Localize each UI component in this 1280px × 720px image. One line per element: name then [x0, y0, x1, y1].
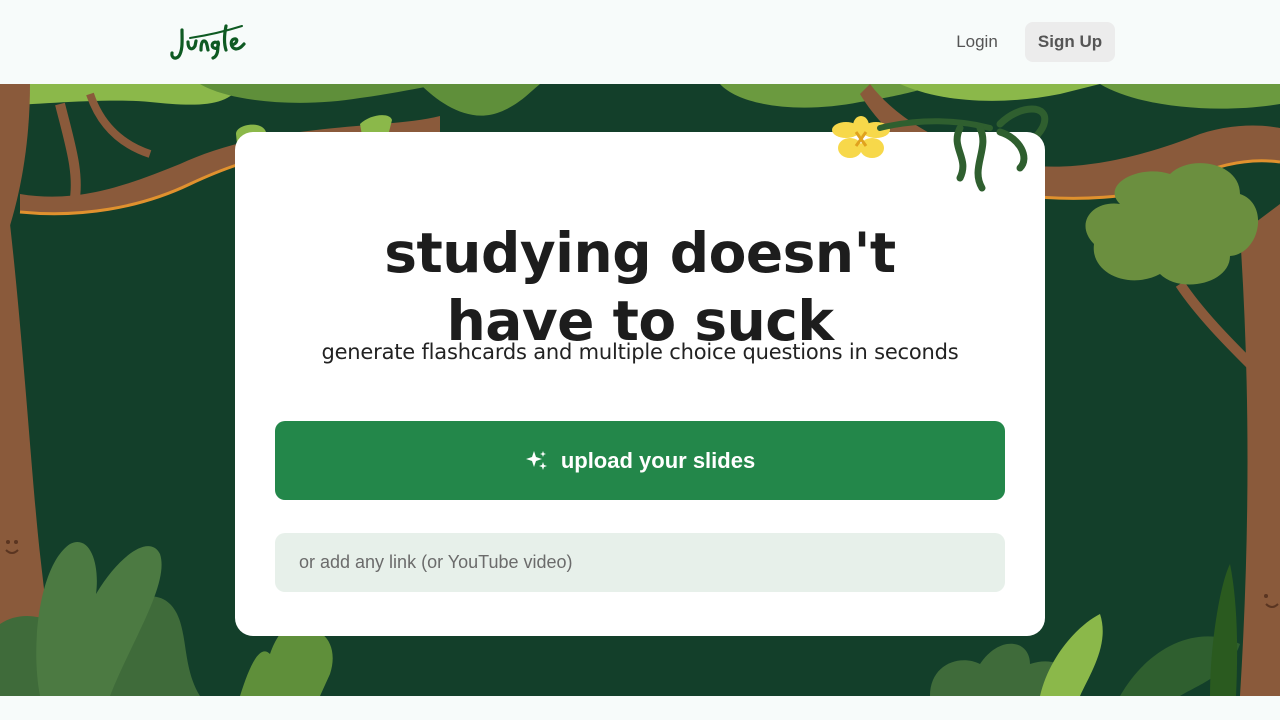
link-input[interactable] [275, 533, 1005, 592]
hero-card: studying doesn't have to suck generate f… [235, 132, 1045, 636]
bottom-strip [0, 696, 1280, 720]
jungle-logo-wordmark-icon [170, 24, 246, 60]
hero-headline: studying doesn't have to suck [235, 219, 1045, 355]
login-link[interactable]: Login [944, 24, 1010, 60]
jungle-logo[interactable] [168, 16, 252, 66]
hero-subtitle: generate flashcards and multiple choice … [321, 340, 959, 364]
signup-button[interactable]: Sign Up [1025, 22, 1115, 62]
vine-decoration-icon [877, 118, 1028, 192]
upload-slides-button[interactable]: upload your slides [275, 421, 1005, 500]
top-navbar: Login Sign Up [0, 0, 1280, 84]
headline-line-1: studying doesn't [384, 220, 896, 285]
hero-section: studying doesn't have to suck generate f… [0, 84, 1280, 696]
sparkles-icon [525, 450, 547, 470]
upload-slides-label: upload your slides [560, 447, 756, 473]
